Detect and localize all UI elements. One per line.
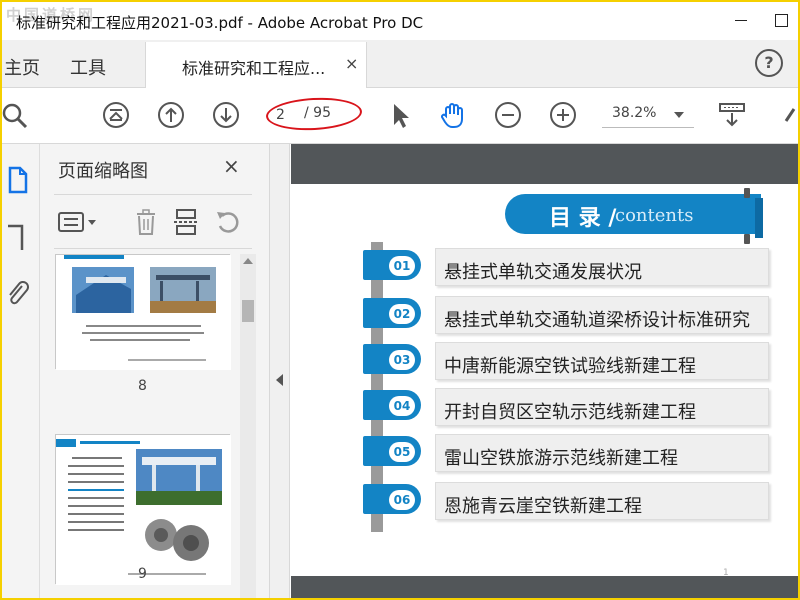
toc-number: 01 (389, 256, 415, 276)
toc-entry-box: 雷山空铁旅游示范线新建工程 (435, 434, 769, 472)
panel-toolbar (40, 200, 270, 244)
bookmark-icon[interactable] (6, 224, 30, 252)
navigation-rail (2, 144, 40, 598)
panel-collapse-handle[interactable] (270, 144, 290, 598)
toc-entry-box: 开封自贸区空轨示范线新建工程 (435, 388, 769, 426)
panel-divider (54, 194, 252, 195)
toc-entry-box: 恩施青云崖空铁新建工程 (435, 482, 769, 520)
toc-number: 04 (389, 396, 415, 416)
panel-divider-2 (54, 248, 252, 249)
panel-close-icon[interactable]: × (223, 154, 240, 178)
toc-number-tab: 06 (363, 484, 421, 514)
toc-entry-box: 悬挂式单轨交通轨道梁桥设计标准研究 (435, 296, 769, 334)
toc-number-tab: 04 (363, 390, 421, 420)
panel-title: 页面缩略图 (58, 161, 148, 182)
toc-item: 02 悬挂式单轨交通轨道梁桥设计标准研究 (363, 296, 773, 334)
tab-close-icon[interactable]: × (345, 54, 358, 73)
title-bar: 中国道桥网 标准研究和工程应用2021-03.pdf - Adobe Acrob… (2, 2, 798, 40)
zoom-out-icon[interactable] (494, 101, 522, 129)
previous-page-icon[interactable] (157, 101, 185, 129)
toc-number: 06 (389, 490, 415, 510)
minimize-button[interactable] (727, 8, 757, 32)
toc-number: 05 (389, 442, 415, 462)
toc-entry-text: 开封自贸区空轨示范线新建工程 (444, 402, 696, 423)
tab-document[interactable]: 标准研究和工程应... × (145, 42, 367, 88)
main-toolbar: / 95 38.2% (2, 88, 798, 144)
pdf-page: 目 录 / contents 01 悬挂式单轨交通发展状况 02 悬挂式单轨交通… (291, 184, 798, 578)
scrollbar-thumb[interactable] (242, 300, 254, 322)
delete-page-icon[interactable] (132, 208, 160, 236)
tab-document-label: 标准研究和工程应... (182, 59, 326, 78)
window-title: 标准研究和工程应用2021-03.pdf - Adobe Acrobat Pro… (16, 14, 424, 32)
toc-item: 04 开封自贸区空轨示范线新建工程 (363, 388, 773, 426)
link-icon[interactable] (780, 101, 798, 129)
toc-number: 02 (389, 304, 415, 324)
scroll-up-icon[interactable] (243, 258, 253, 264)
page-thumbnails-icon[interactable] (6, 166, 30, 194)
document-view[interactable]: 目 录 / contents 01 悬挂式单轨交通发展状况 02 悬挂式单轨交通… (291, 144, 798, 598)
extract-pages-icon[interactable] (172, 208, 200, 236)
first-page-icon[interactable] (102, 101, 130, 129)
zoom-in-icon[interactable] (549, 101, 577, 129)
thumbnail-page-number: 8 (138, 378, 147, 394)
toc-item: 06 恩施青云崖空铁新建工程 (363, 482, 773, 520)
toc-title-en: contents (615, 205, 694, 226)
zoom-select[interactable]: 38.2% (602, 102, 694, 128)
chevron-down-icon (674, 112, 684, 118)
thumbnail-page-8[interactable] (55, 254, 231, 370)
maximize-button[interactable] (766, 8, 796, 32)
zoom-value: 38.2% (612, 105, 657, 121)
toc-entry-text: 恩施青云崖空铁新建工程 (444, 496, 642, 517)
help-icon[interactable]: ? (755, 49, 783, 77)
tab-bar: 主页 工具 标准研究和工程应... × ? (2, 40, 798, 88)
toc-entry-text: 悬挂式单轨交通轨道梁桥设计标准研究 (444, 310, 750, 331)
pin-decoration (744, 188, 750, 198)
toc-number-tab: 01 (363, 250, 421, 280)
acrobat-window: 中国道桥网 标准研究和工程应用2021-03.pdf - Adobe Acrob… (0, 0, 800, 600)
toc-number-tab: 05 (363, 436, 421, 466)
options-menu-icon[interactable] (56, 208, 100, 236)
next-page-icon[interactable] (212, 101, 240, 129)
thumbnail-page-9[interactable] (55, 434, 231, 585)
scroll-mode-icon[interactable] (718, 101, 746, 129)
thumbnail-page-number: 9 (138, 566, 147, 582)
toc-item: 05 雷山空铁旅游示范线新建工程 (363, 434, 773, 472)
toc-entry-text: 中唐新能源空铁试验线新建工程 (444, 356, 696, 377)
toc-title-cn: 目 录 / (549, 206, 617, 231)
collapse-arrow-icon (276, 374, 283, 386)
toc-number: 03 (389, 350, 415, 370)
search-icon[interactable] (2, 101, 30, 129)
thumbnails-scrollbar[interactable] (240, 254, 256, 598)
pin-decoration (744, 234, 750, 244)
toc-header: 目 录 / contents (505, 194, 763, 238)
select-cursor-icon[interactable] (386, 101, 414, 129)
toc-entry-text: 悬挂式单轨交通发展状况 (444, 262, 642, 283)
rotate-icon[interactable] (214, 208, 242, 236)
toc-entry-text: 雷山空铁旅游示范线新建工程 (444, 448, 678, 469)
tab-tools[interactable]: 工具 (70, 54, 106, 80)
toc-item: 01 悬挂式单轨交通发展状况 (363, 248, 773, 286)
hand-tool-icon[interactable] (439, 101, 467, 129)
toc-item: 03 中唐新能源空铁试验线新建工程 (363, 342, 773, 380)
thumbnails-panel: 页面缩略图 × 8 9 (40, 144, 270, 598)
toc-number-tab: 03 (363, 344, 421, 374)
toc-entry-box: 悬挂式单轨交通发展状况 (435, 248, 769, 286)
tab-home[interactable]: 主页 (4, 54, 40, 80)
pdf-page-number: 1 (723, 568, 729, 578)
toc-entry-box: 中唐新能源空铁试验线新建工程 (435, 342, 769, 380)
attachment-icon[interactable] (6, 280, 30, 308)
toc-number-tab: 02 (363, 298, 421, 328)
